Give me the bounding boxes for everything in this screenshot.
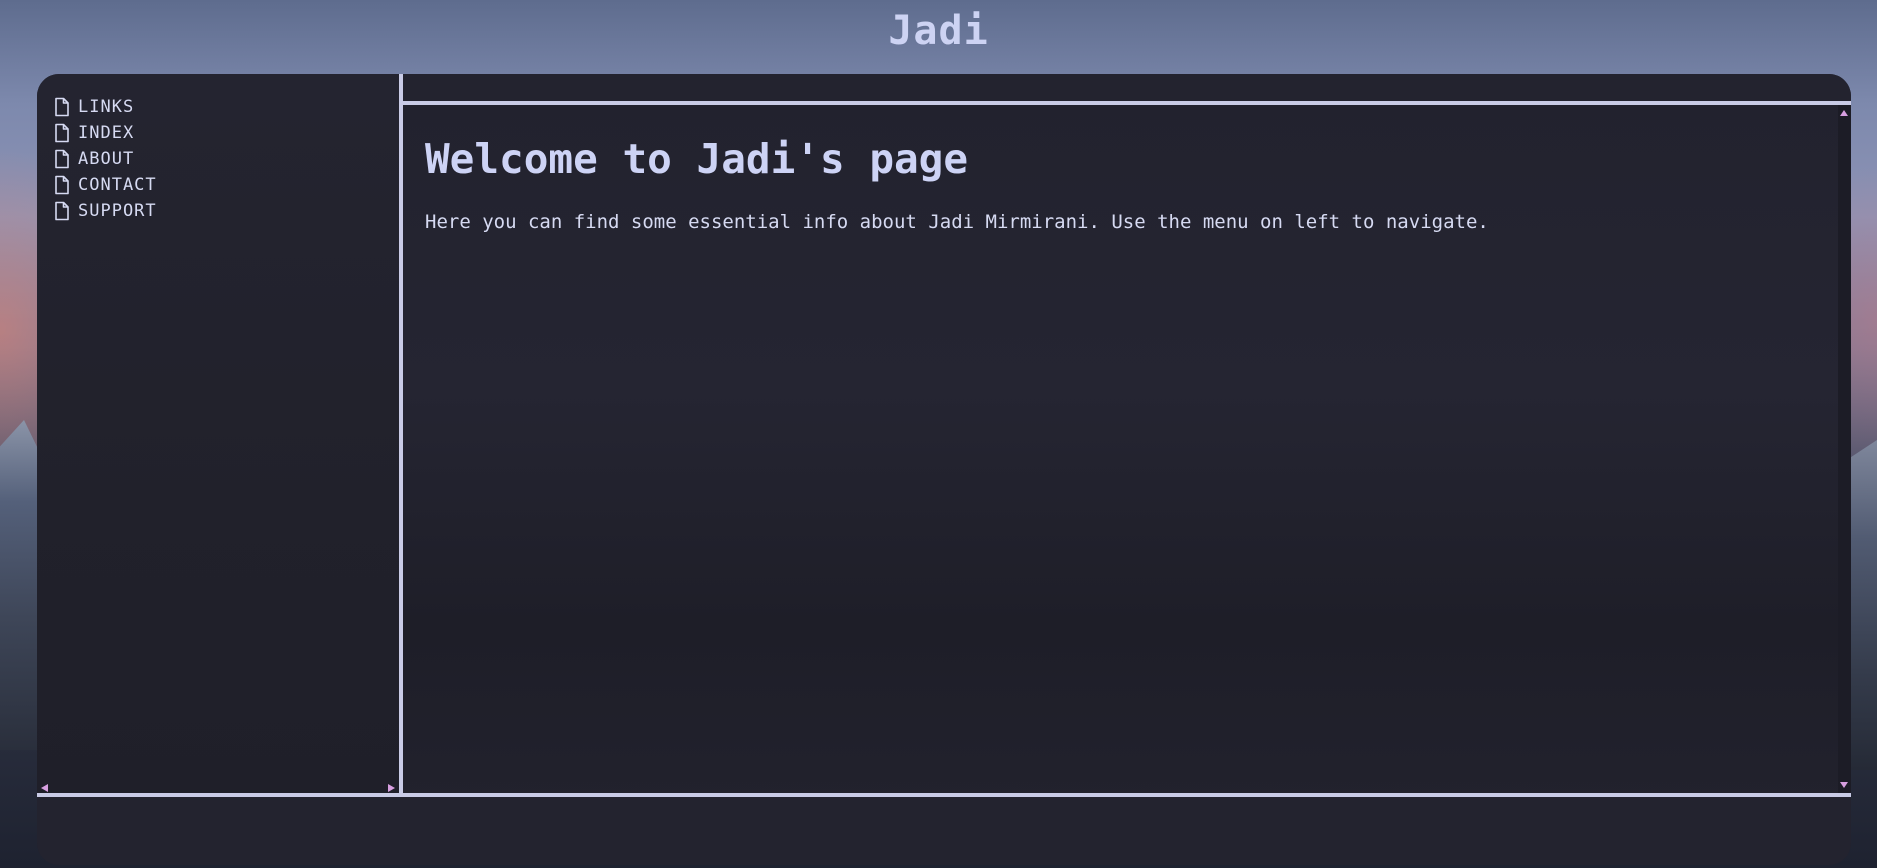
file-icon <box>55 201 69 221</box>
sidebar-item-label: ABOUT <box>78 149 135 169</box>
sidebar-item-links[interactable]: LINKS <box>52 94 157 120</box>
file-icon <box>55 97 69 117</box>
status-bar <box>37 797 1851 865</box>
page-intro-text: Here you can find some essential info ab… <box>425 211 1489 233</box>
file-icon <box>55 149 69 169</box>
sidebar: LINKS INDEX ABOUT CONTACT SUPPORT <box>37 74 399 794</box>
sidebar-item-about[interactable]: ABOUT <box>52 146 157 172</box>
main-content: Welcome to Jadi's page Here you can find… <box>403 105 1851 794</box>
scroll-right-arrow-icon[interactable] <box>388 784 395 792</box>
sidebar-item-index[interactable]: INDEX <box>52 120 157 146</box>
file-icon <box>55 175 69 195</box>
file-icon <box>55 123 69 143</box>
sidebar-item-label: SUPPORT <box>78 201 157 221</box>
background-mountain-right <box>1847 440 1877 770</box>
scroll-left-arrow-icon[interactable] <box>41 784 48 792</box>
scroll-down-arrow-icon[interactable] <box>1840 782 1848 788</box>
sidebar-item-label: LINKS <box>78 97 135 117</box>
sidebar-nav: LINKS INDEX ABOUT CONTACT SUPPORT <box>52 94 157 224</box>
main-vertical-scrollbar[interactable] <box>1838 105 1851 794</box>
sidebar-item-contact[interactable]: CONTACT <box>52 172 157 198</box>
sidebar-item-label: INDEX <box>78 123 135 143</box>
site-title: Jadi <box>888 8 989 54</box>
terminal-window: LINKS INDEX ABOUT CONTACT SUPPORT Welcom… <box>37 74 1851 865</box>
main-top-bar <box>403 74 1851 101</box>
page-heading: Welcome to Jadi's page <box>425 135 969 183</box>
background-mountain-left <box>0 420 40 750</box>
scroll-up-arrow-icon[interactable] <box>1840 110 1848 116</box>
sidebar-item-support[interactable]: SUPPORT <box>52 198 157 224</box>
sidebar-item-label: CONTACT <box>78 175 157 195</box>
